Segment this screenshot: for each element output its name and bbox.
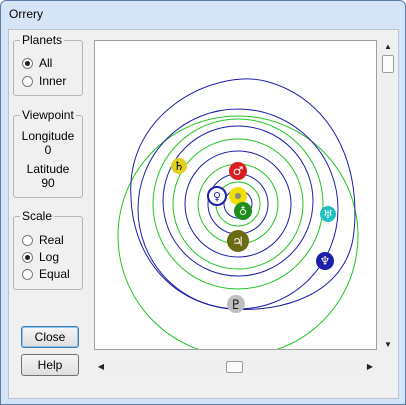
- scale-real-label: Real: [39, 233, 64, 247]
- mars-symbol: ♂: [233, 164, 244, 178]
- viewpoint-group-label: Viewpoint: [20, 108, 76, 122]
- scroll-left-arrow-icon[interactable]: ◀: [94, 360, 108, 374]
- planets-all-label: All: [39, 56, 53, 70]
- radio-button-log[interactable]: [22, 251, 33, 263]
- scroll-right-arrow-icon[interactable]: ▶: [363, 360, 377, 374]
- help-button[interactable]: Help: [21, 354, 79, 376]
- client-area: Planets All Inner Viewpoint Longitude 0 …: [8, 29, 399, 399]
- radio-button-equal[interactable]: [22, 268, 33, 280]
- window-title: Orrery: [9, 7, 43, 21]
- viewpoint-group: Viewpoint Longitude 0 Latitude 90: [13, 108, 83, 198]
- scale-group-label: Scale: [20, 209, 55, 223]
- planets-group-label: Planets: [20, 33, 65, 47]
- scroll-down-arrow-icon[interactable]: ▼: [381, 338, 395, 352]
- radio-button-real[interactable]: [22, 234, 33, 246]
- latitude-value: 90: [41, 176, 55, 190]
- scroll-up-arrow-icon[interactable]: ▲: [381, 40, 395, 54]
- scale-log-radio[interactable]: Log: [22, 249, 59, 265]
- vertical-scroll-thumb[interactable]: [382, 55, 394, 73]
- radio-button-inner[interactable]: [22, 75, 33, 87]
- planets-all-radio[interactable]: All: [22, 55, 52, 71]
- latitude-label: Latitude: [26, 162, 70, 176]
- scale-log-label: Log: [39, 250, 60, 264]
- radio-button-all[interactable]: [22, 57, 33, 69]
- orrery-canvas[interactable]: ♂ ♀ ♁ ♃ ♄ ♅ ♆ ♇: [94, 40, 377, 350]
- close-button[interactable]: Close: [21, 326, 79, 348]
- vertical-scrollbar[interactable]: ▲ ▼: [381, 40, 395, 352]
- scale-equal-label: Equal: [39, 267, 70, 281]
- orrery-drawing: ♂ ♀ ♁ ♃ ♄ ♅ ♆ ♇: [117, 78, 359, 349]
- planets-inner-radio[interactable]: Inner: [22, 73, 66, 89]
- planets-inner-label: Inner: [39, 74, 67, 88]
- title-bar[interactable]: Orrery: [1, 1, 405, 27]
- horizontal-scroll-thumb[interactable]: [226, 361, 243, 373]
- planets-group: Planets All Inner: [13, 33, 83, 96]
- scale-group: Scale Real Log Equal: [13, 209, 83, 290]
- uranus-symbol: ♅: [323, 208, 333, 221]
- pluto-symbol: ♇: [230, 298, 242, 313]
- longitude-value: 0: [44, 143, 52, 157]
- scale-equal-radio[interactable]: Equal: [22, 266, 70, 282]
- venus-symbol: ♀: [213, 190, 221, 203]
- jupiter-symbol: ♃: [232, 235, 244, 250]
- earth-symbol: ♁: [239, 205, 247, 218]
- neptune-symbol: ♆: [320, 254, 331, 268]
- horizontal-scrollbar[interactable]: ◀ ▶: [94, 360, 377, 374]
- sun-core-icon: [235, 193, 241, 199]
- longitude-label: Longitude: [21, 129, 75, 143]
- scale-real-radio[interactable]: Real: [22, 232, 64, 248]
- saturn-symbol: ♄: [174, 159, 185, 173]
- orrery-window: Orrery Planets All Inner Viewpoint Longi…: [0, 0, 406, 405]
